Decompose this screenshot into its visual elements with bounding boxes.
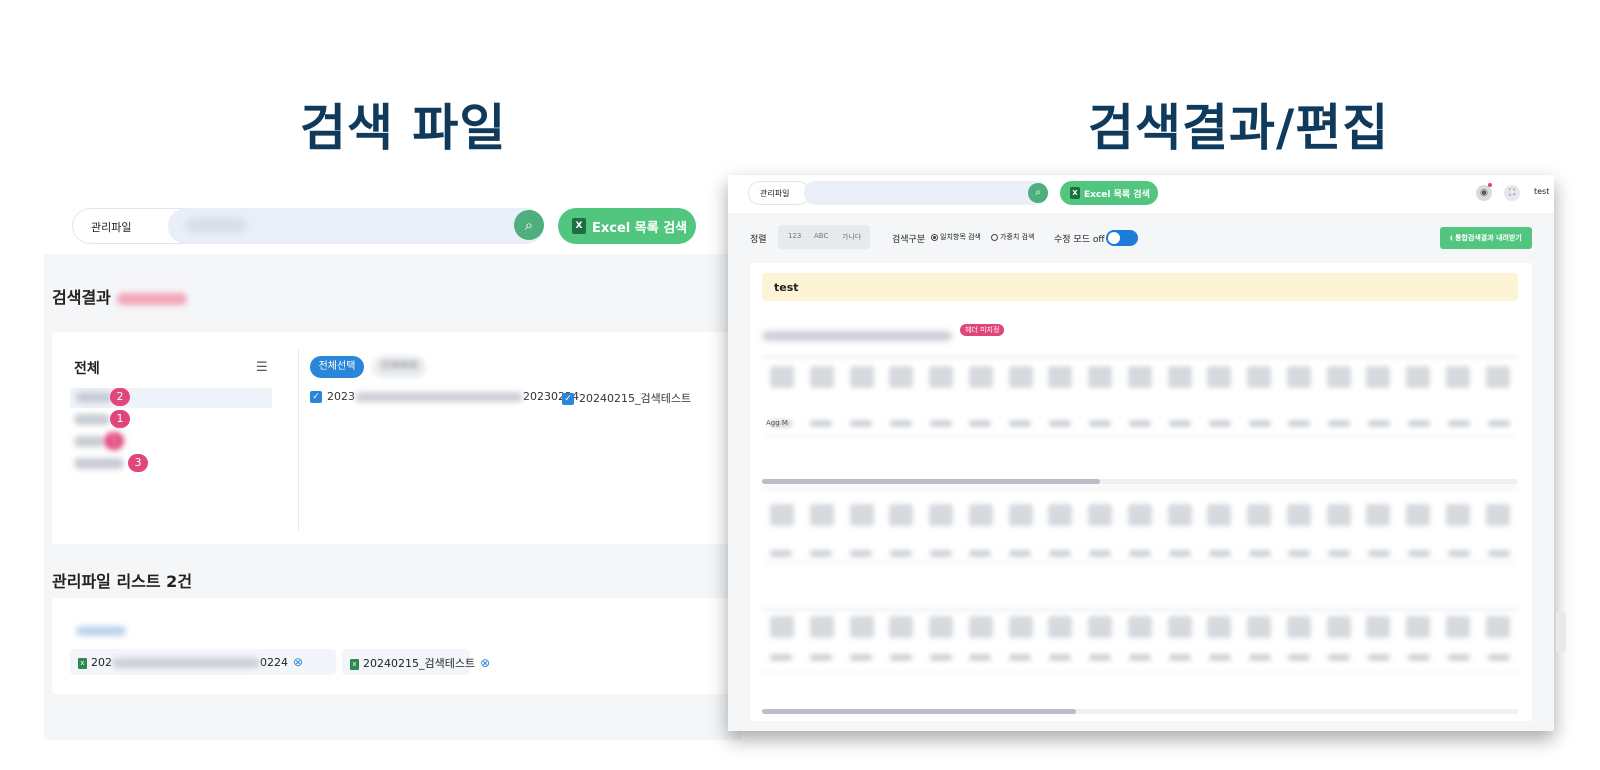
row-label: Agg M [766, 419, 788, 427]
horizontal-scrollbar[interactable] [762, 709, 1518, 714]
sort-alpha[interactable]: ABC [814, 232, 828, 240]
download-results-button[interactable]: ⭳ 통합검색결과 내려받기 [1440, 227, 1532, 249]
sort-options: 123 ABC 가나다 [778, 225, 870, 249]
search-icon[interactable]: ⌕ [514, 210, 544, 240]
category-item[interactable]: 2 [70, 388, 272, 408]
user-icon[interactable]: ◉ [1476, 185, 1492, 201]
result-card: test 헤더 미지정 Agg M [750, 263, 1532, 721]
count-badge: 1 [110, 410, 130, 428]
blurred-query [116, 292, 187, 305]
search-input[interactable] [168, 208, 544, 244]
result-table-1 [762, 357, 1518, 437]
fullscreen-icon[interactable]: ⛶ [1504, 185, 1520, 201]
result-toolbar: 관리파일 ⌕ X Excel 목록 검색 ◉ ⛶ test [728, 175, 1554, 213]
radio-exact-match[interactable]: 일치항목 검색 [931, 232, 981, 242]
blurred-group-label [76, 620, 126, 639]
count-badge: 3 [128, 454, 148, 472]
edit-mode-toggle[interactable] [1106, 230, 1138, 246]
category-title: 전체 [74, 361, 100, 377]
search-input[interactable] [804, 181, 1048, 205]
excel-list-search-label: Excel 목록 검색 [592, 221, 688, 236]
remove-icon[interactable]: ⊗ [480, 656, 490, 670]
file-type-select[interactable]: 관리파일 [748, 181, 810, 205]
category-item[interactable]: 1 [74, 410, 274, 430]
category-card: 전체 ☰ 2 1 1 3 전체선택 전체해제 ✓ 2023 20230224 ✓ 20… [52, 332, 742, 544]
remove-icon[interactable]: ⊗ [293, 655, 303, 669]
file-checkbox-item[interactable]: ✓ 20240215_검색테스트 [562, 390, 691, 406]
header-unassigned-tag: 헤더 미지정 [960, 324, 1005, 336]
left-heading: 검색 파일 [300, 99, 507, 157]
user-name: test [1534, 187, 1550, 196]
search-input-blurred-value [186, 218, 246, 232]
count-badge: 1 [104, 432, 124, 450]
notification-dot [1488, 183, 1492, 187]
checkbox-checked-icon[interactable]: ✓ [562, 393, 574, 405]
search-result-title: 검색결과 [52, 284, 187, 308]
radio-selected-icon[interactable] [931, 233, 938, 241]
search-result-edit-panel: 관리파일 ⌕ X Excel 목록 검색 ◉ ⛶ test 정렬 123 ABC… [728, 175, 1554, 731]
result-table-2 [762, 487, 1518, 563]
checkbox-checked-icon[interactable]: ✓ [310, 391, 322, 403]
sort-korean[interactable]: 가나다 [842, 232, 861, 242]
excel-list-search-button[interactable]: X Excel 목록 검색 [1060, 181, 1158, 205]
sort-label: 정렬 [750, 235, 767, 245]
radio-unselected-icon[interactable] [991, 233, 998, 241]
search-toolbar: 관리파일 ▾ ⌕ X Excel 목록 검색 [44, 182, 742, 254]
edit-mode-label: 수정 모드 off [1054, 235, 1105, 245]
excel-file-icon: x [350, 658, 359, 670]
checklist-icon[interactable]: ☰ [256, 360, 268, 375]
result-header: test [762, 273, 1518, 301]
search-result-label: 검색결과 [52, 288, 111, 307]
file-checkbox-item[interactable]: ✓ 2023 20230224 [310, 390, 579, 403]
radio-weighted[interactable]: 가중치 검색 [991, 232, 1034, 242]
blurred-table-caption [762, 325, 952, 344]
search-file-panel: 관리파일 ▾ ⌕ X Excel 목록 검색 검색결과 전체 ☰ 2 1 1 3 [44, 182, 742, 740]
search-type-label: 검색구분 [892, 235, 926, 245]
excel-list-search-label: Excel 목록 검색 [1084, 190, 1150, 200]
count-badge: 2 [110, 388, 130, 406]
excel-list-search-button[interactable]: X Excel 목록 검색 [558, 208, 696, 244]
managed-file-list-title: 관리파일 리스트 2건 [52, 572, 193, 591]
managed-file-list-card: x 202 0224 ⊗ x 20240215_검색테스트 ⊗ [52, 598, 742, 694]
deselect-all-button[interactable]: 전체해제 [372, 356, 426, 378]
excel-icon: X [572, 218, 586, 234]
select-all-button[interactable]: 전체선택 [310, 356, 364, 378]
excel-file-icon: x [78, 657, 87, 669]
sort-number[interactable]: 123 [788, 232, 801, 240]
file-chip[interactable]: x 20240215_검색테스트 ⊗ [342, 649, 490, 675]
category-item[interactable]: 3 [74, 454, 274, 474]
right-heading: 검색결과/편집 [1088, 99, 1390, 157]
result-table-3 [762, 609, 1518, 673]
category-item[interactable]: 1 [74, 432, 274, 452]
file-chip[interactable]: x 202 0224 ⊗ [70, 649, 336, 675]
search-icon[interactable]: ⌕ [1028, 183, 1048, 203]
divider [298, 350, 299, 530]
side-handle[interactable] [1556, 612, 1566, 652]
excel-icon: X [1070, 187, 1080, 199]
file-type-select-label: 관리파일 [91, 221, 132, 234]
horizontal-scrollbar[interactable] [762, 479, 1518, 484]
